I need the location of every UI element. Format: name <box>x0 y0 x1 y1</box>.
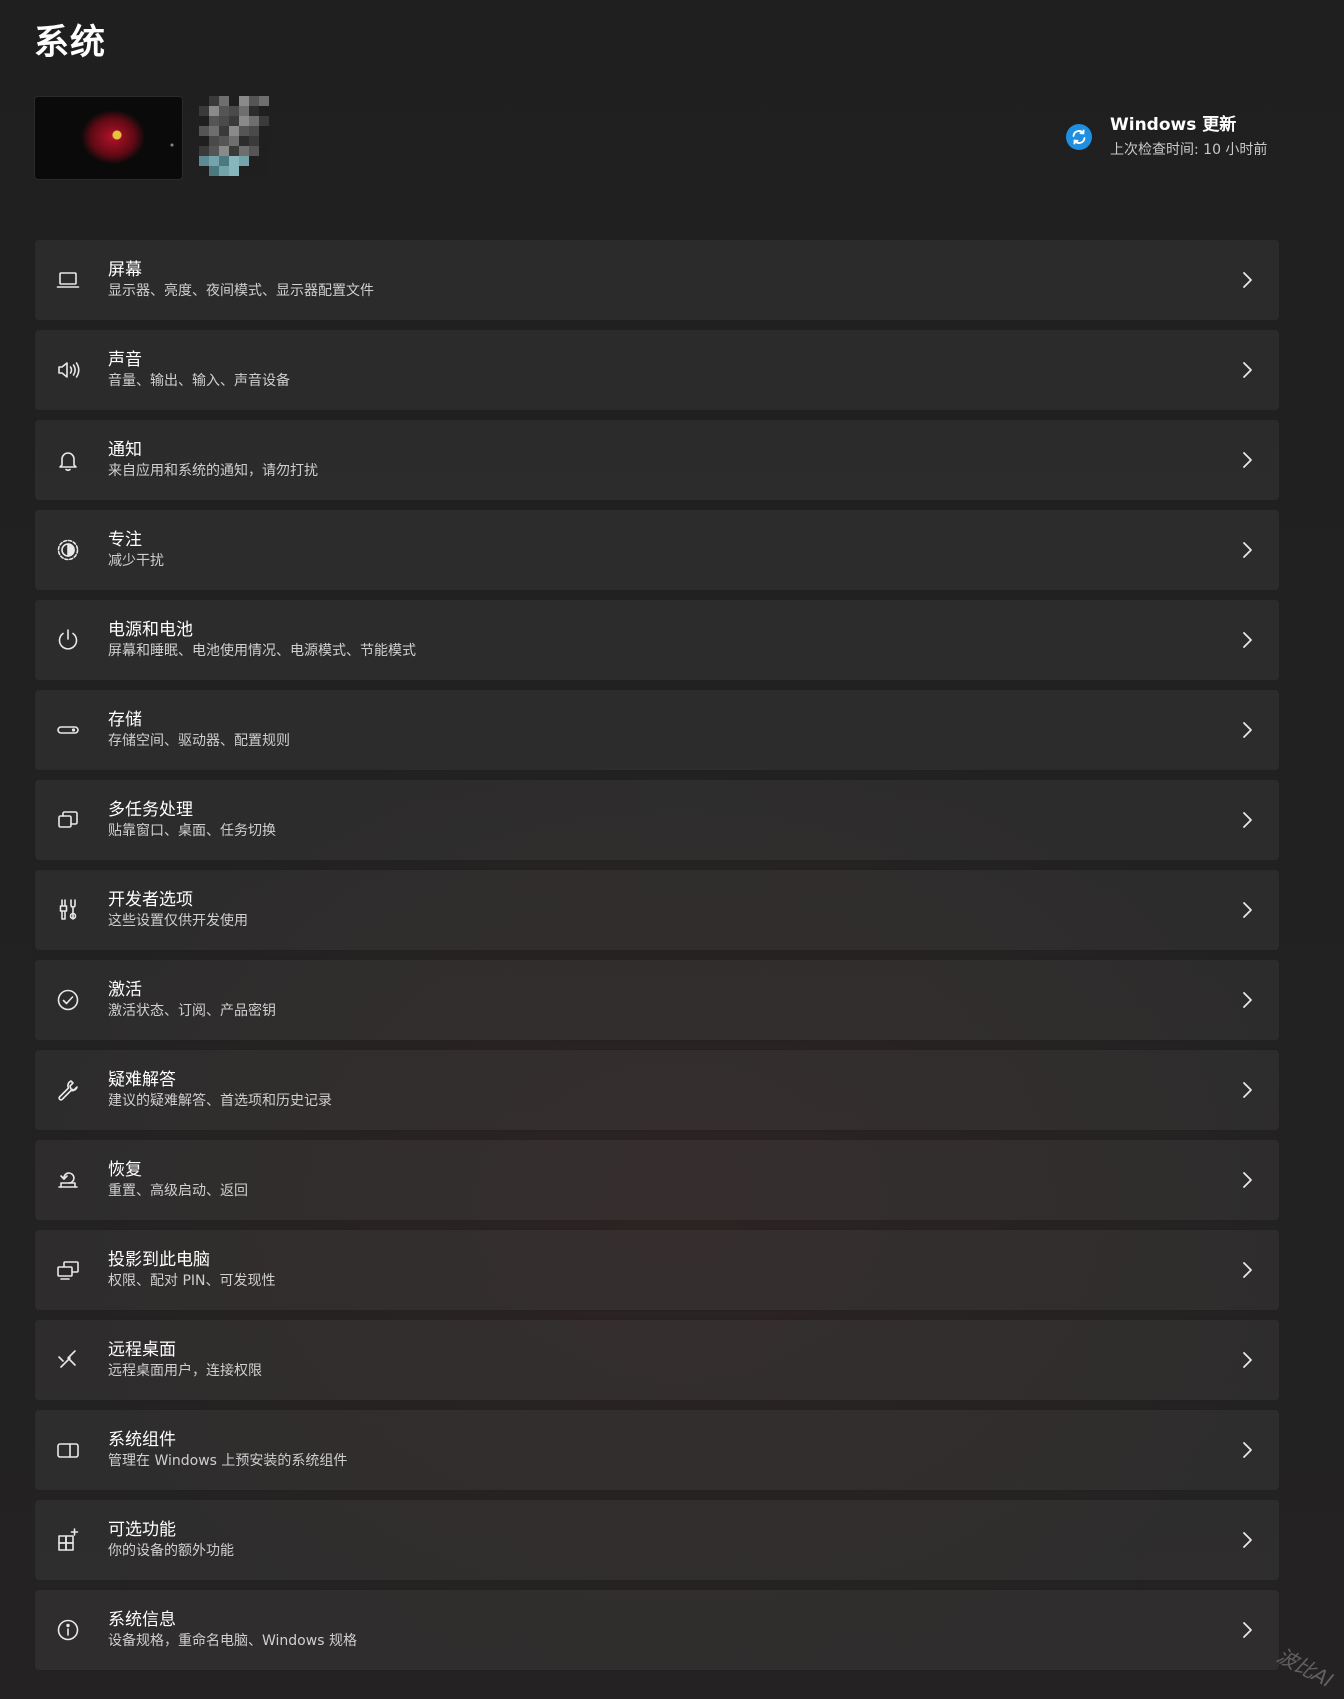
item-subtitle: 显示器、亮度、夜间模式、显示器配置文件 <box>108 283 374 299</box>
chevron-right-icon <box>1235 448 1259 472</box>
settings-item-optional-features[interactable]: 可选功能你的设备的额外功能 <box>34 1499 1280 1581</box>
components-icon <box>55 1437 81 1463</box>
item-title: 屏幕 <box>108 260 142 280</box>
item-title: 专注 <box>108 530 142 550</box>
chevron-right-icon <box>1235 1528 1259 1552</box>
settings-item-focus[interactable]: 专注 减少干扰 <box>34 509 1280 591</box>
item-title: 通知 <box>108 440 142 460</box>
item-subtitle: 这些设置仅供开发使用 <box>108 913 248 929</box>
chevron-right-icon <box>1235 628 1259 652</box>
item-subtitle: 音量、输出、输入、声音设备 <box>108 373 290 389</box>
settings-item-project[interactable]: 投影到此电脑权限、配对 PIN、可发现性 <box>34 1229 1280 1311</box>
watermark: 波比AI <box>1273 1643 1338 1693</box>
item-title: 可选功能 <box>108 1520 176 1540</box>
check-circle-icon <box>55 987 81 1013</box>
item-subtitle: 重置、高级启动、返回 <box>108 1183 248 1199</box>
settings-item-bell[interactable]: 通知来自应用和系统的通知，请勿打扰 <box>34 419 1280 501</box>
settings-item-components[interactable]: 系统组件管理在 Windows 上预安装的系统组件 <box>34 1409 1280 1491</box>
chevron-right-icon <box>1235 358 1259 382</box>
update-title: Windows 更新 <box>1110 115 1237 135</box>
power-icon <box>55 627 81 653</box>
item-title: 恢复 <box>108 1160 142 1180</box>
sync-icon <box>1066 124 1092 150</box>
item-title: 远程桌面 <box>108 1340 176 1360</box>
chevron-right-icon <box>1235 1078 1259 1102</box>
project-icon <box>55 1257 81 1283</box>
chevron-right-icon <box>1235 898 1259 922</box>
settings-item-developer-tools[interactable]: 开发者选项这些设置仅供开发使用 <box>34 869 1280 951</box>
chevron-right-icon <box>1235 808 1259 832</box>
item-title: 开发者选项 <box>108 890 193 910</box>
item-subtitle: 建议的疑难解答、首选项和历史记录 <box>108 1093 332 1109</box>
settings-list: 屏幕显示器、亮度、夜间模式、显示器配置文件声音音量、输出、输入、声音设备通知来自… <box>34 239 1280 1679</box>
avatar[interactable] <box>34 96 183 180</box>
speaker-icon <box>55 357 81 383</box>
chevron-right-icon <box>1235 1618 1259 1642</box>
chevron-right-icon <box>1235 718 1259 742</box>
item-subtitle: 管理在 Windows 上预安装的系统组件 <box>108 1453 348 1469</box>
multitask-icon <box>55 807 81 833</box>
item-title: 疑难解答 <box>108 1070 176 1090</box>
item-title: 激活 <box>108 980 142 1000</box>
info-icon <box>55 1617 81 1643</box>
settings-item-power[interactable]: 电源和电池屏幕和睡眠、电池使用情况、电源模式、节能模式 <box>34 599 1280 681</box>
settings-item-storage[interactable]: 存储存储空间、驱动器、配置规则 <box>34 689 1280 771</box>
chevron-right-icon <box>1235 1168 1259 1192</box>
settings-item-wrench[interactable]: 疑难解答建议的疑难解答、首选项和历史记录 <box>34 1049 1280 1131</box>
item-subtitle: 贴靠窗口、桌面、任务切换 <box>108 823 276 839</box>
bell-icon <box>55 447 81 473</box>
item-title: 系统组件 <box>108 1430 176 1450</box>
developer-tools-icon <box>55 897 81 923</box>
storage-icon <box>55 717 81 743</box>
settings-item-recovery[interactable]: 恢复重置、高级启动、返回 <box>34 1139 1280 1221</box>
item-title: 系统信息 <box>108 1610 176 1630</box>
item-subtitle: 设备规格，重命名电脑、Windows 规格 <box>108 1633 357 1649</box>
windows-update-status[interactable]: Windows 更新 上次检查时间: 10 小时前 <box>1066 112 1267 160</box>
focus-icon <box>55 537 81 563</box>
item-title: 多任务处理 <box>108 800 193 820</box>
item-title: 电源和电池 <box>108 620 193 640</box>
item-subtitle: 你的设备的额外功能 <box>108 1543 234 1559</box>
item-subtitle: 远程桌面用户，连接权限 <box>108 1363 262 1379</box>
settings-item-multitask[interactable]: 多任务处理贴靠窗口、桌面、任务切换 <box>34 779 1280 861</box>
recovery-icon <box>55 1167 81 1193</box>
update-last-checked: 上次检查时间: 10 小时前 <box>1110 142 1268 158</box>
item-subtitle: 权限、配对 PIN、可发现性 <box>108 1273 276 1289</box>
chevron-right-icon <box>1235 988 1259 1012</box>
chevron-right-icon <box>1235 268 1259 292</box>
wrench-icon <box>55 1077 81 1103</box>
item-subtitle: 减少干扰 <box>108 553 164 569</box>
page-title: 系统 <box>34 23 107 63</box>
item-subtitle: 激活状态、订阅、产品密钥 <box>108 1003 276 1019</box>
chevron-right-icon <box>1235 1438 1259 1462</box>
item-title: 声音 <box>108 350 142 370</box>
item-subtitle: 来自应用和系统的通知，请勿打扰 <box>108 463 318 479</box>
settings-item-laptop[interactable]: 屏幕显示器、亮度、夜间模式、显示器配置文件 <box>34 239 1280 321</box>
item-subtitle: 存储空间、驱动器、配置规则 <box>108 733 290 749</box>
settings-item-speaker[interactable]: 声音音量、输出、输入、声音设备 <box>34 329 1280 411</box>
settings-item-check-circle[interactable]: 激活激活状态、订阅、产品密钥 <box>34 959 1280 1041</box>
remote-desktop-icon <box>55 1347 81 1373</box>
chevron-right-icon <box>1235 1258 1259 1282</box>
username-pixelated <box>199 96 269 180</box>
item-title: 投影到此电脑 <box>108 1250 210 1270</box>
item-title: 存储 <box>108 710 142 730</box>
optional-features-icon <box>55 1527 81 1553</box>
settings-item-info[interactable]: 系统信息设备规格，重命名电脑、Windows 规格 <box>34 1589 1280 1671</box>
chevron-right-icon <box>1235 538 1259 562</box>
settings-item-remote-desktop[interactable]: 远程桌面远程桌面用户，连接权限 <box>34 1319 1280 1401</box>
laptop-icon <box>55 267 81 293</box>
user-profile[interactable] <box>34 96 269 180</box>
item-subtitle: 屏幕和睡眠、电池使用情况、电源模式、节能模式 <box>108 643 416 659</box>
chevron-right-icon <box>1235 1348 1259 1372</box>
